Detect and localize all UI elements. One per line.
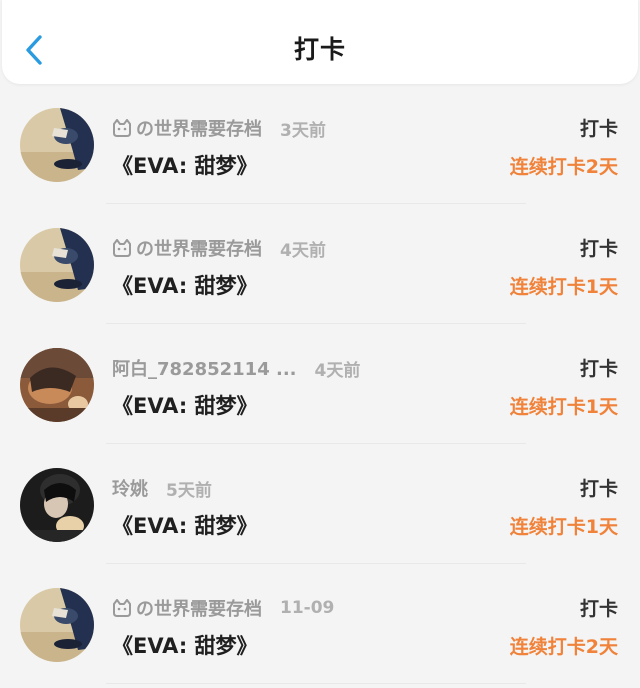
checkin-page: 打卡 の世界需要存档 3天前 《EVA: 甜梦》 打卡 连续打卡2天 の世界需要…: [0, 0, 640, 688]
checkin-list: の世界需要存档 3天前 《EVA: 甜梦》 打卡 连续打卡2天 の世界需要存档 …: [0, 86, 640, 686]
avatar[interactable]: [20, 108, 94, 182]
cat-icon: [113, 239, 131, 257]
checkin-content[interactable]: 《EVA: 甜梦》: [112, 390, 258, 420]
username-line: 玲姚 5天前: [112, 475, 212, 501]
page-title: 打卡: [293, 35, 346, 64]
divider: [106, 443, 526, 444]
avatar[interactable]: [20, 588, 94, 662]
username-line: の世界需要存档 3天前: [112, 115, 326, 141]
divider: [106, 683, 526, 684]
checkin-action-label: 打卡: [579, 238, 618, 260]
username[interactable]: 阿白_782852114 ...: [112, 355, 297, 381]
checkin-content[interactable]: 《EVA: 甜梦》: [112, 630, 258, 660]
timestamp: 3天前: [280, 120, 326, 141]
username[interactable]: の世界需要存档: [136, 235, 262, 261]
checkin-action-label: 打卡: [579, 118, 618, 140]
cat-icon: [113, 119, 131, 137]
list-item[interactable]: 阿白_782852114 ... 4天前 《EVA: 甜梦》 打卡 连续打卡1天: [0, 326, 640, 446]
streak-label: 连续打卡2天: [509, 636, 618, 658]
checkin-action-label: 打卡: [579, 478, 618, 500]
list-item[interactable]: の世界需要存档 4天前 《EVA: 甜梦》 打卡 连续打卡1天: [0, 206, 640, 326]
divider: [106, 323, 526, 324]
list-item[interactable]: 玲姚 5天前 《EVA: 甜梦》 打卡 连续打卡1天: [0, 446, 640, 566]
divider: [106, 203, 526, 204]
username-line: 阿白_782852114 ... 4天前: [112, 355, 360, 381]
streak-label: 连续打卡1天: [509, 276, 618, 298]
checkin-action-label: 打卡: [579, 358, 618, 380]
checkin-action-label: 打卡: [579, 598, 618, 620]
username[interactable]: の世界需要存档: [136, 115, 262, 141]
cat-icon: [113, 599, 131, 617]
username[interactable]: 玲姚: [112, 475, 148, 501]
streak-label: 连续打卡1天: [509, 516, 618, 538]
top-bar: 打卡: [2, 0, 638, 84]
streak-label: 连续打卡2天: [509, 156, 618, 178]
avatar[interactable]: [20, 468, 94, 542]
timestamp: 5天前: [166, 480, 212, 501]
timestamp: 4天前: [280, 240, 326, 261]
username-line: の世界需要存档 4天前: [112, 235, 326, 261]
avatar[interactable]: [20, 348, 94, 422]
avatar[interactable]: [20, 228, 94, 302]
timestamp: 4天前: [314, 360, 361, 381]
list-item[interactable]: の世界需要存档 3天前 《EVA: 甜梦》 打卡 连续打卡2天: [0, 86, 640, 206]
username-line: の世界需要存档 11-09: [112, 595, 334, 621]
checkin-content[interactable]: 《EVA: 甜梦》: [112, 510, 258, 540]
list-item[interactable]: の世界需要存档 11-09 《EVA: 甜梦》 打卡 连续打卡2天: [0, 566, 640, 686]
checkin-content[interactable]: 《EVA: 甜梦》: [112, 150, 258, 180]
username[interactable]: の世界需要存档: [136, 595, 262, 621]
streak-label: 连续打卡1天: [509, 396, 618, 418]
checkin-content[interactable]: 《EVA: 甜梦》: [112, 270, 258, 300]
divider: [106, 563, 526, 564]
timestamp: 11-09: [280, 598, 335, 618]
